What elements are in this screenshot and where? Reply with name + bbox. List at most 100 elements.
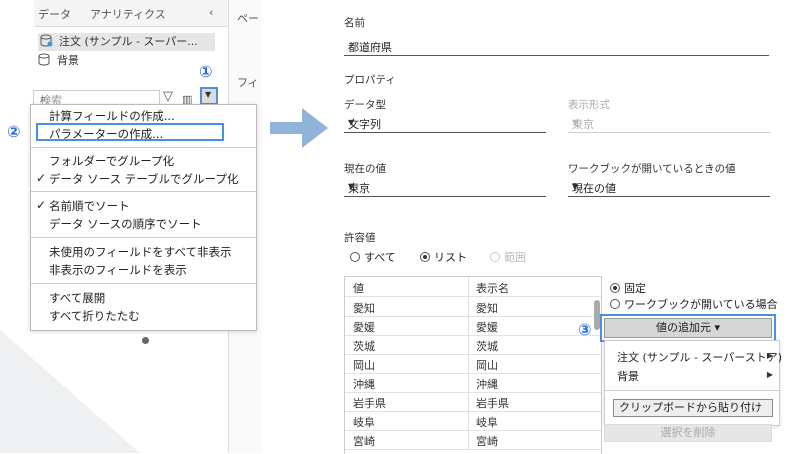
parameter-dialog: 名前 都道府県 プロパティ データ型 文字列 ▼ 表示形式 東京 ▼ 現在の値 … [332,0,800,454]
cell-display: 愛知 [476,302,498,315]
radio-all[interactable]: すべて [350,249,396,265]
chevron-down-icon: ▼ [572,118,579,127]
menu-divider [31,191,256,192]
add-values-submenu: 注文 (サンプル - スーパーストア) ▶ 背景 ▶ クリップボードから貼り付け [604,340,782,426]
table-row[interactable]: 宮崎 宮崎 [345,430,601,450]
column-header-value: 値 [353,282,364,295]
paste-from-clipboard-button[interactable]: クリップボードから貼り付け [613,399,773,417]
table-row[interactable]: 沖縄 沖縄 [345,373,601,393]
name-value: 都道府県 [348,41,392,54]
radio-circle [610,283,620,293]
menu-divider [31,147,256,148]
chevron-down-icon: ▼ [348,118,355,127]
pane-menu-dropdown-button[interactable]: ▼ [200,87,218,105]
menu-item-sort-by-name[interactable]: 名前順でソート [49,198,130,214]
values-table: 値 表示名 愛知 愛知 愛媛 愛媛 茨城 茨城 岡山 岡山 沖縄 沖縄 岩手県 岩手県 岐阜… [344,276,602,454]
menu-divider [31,237,256,238]
database-icon [38,53,51,66]
column-divider [468,373,469,392]
radio-when-open-label: ワークブックが開いている場合 [624,298,778,311]
name-field[interactable]: 都道府県 [344,37,769,56]
workbook-open-label: ワークブックが開いているときの値 [568,163,736,175]
table-row[interactable]: 岩手県 岩手県 [345,392,601,412]
submenu-item-background[interactable]: 背景 [617,368,639,384]
column-divider [468,297,469,316]
radio-list-label: リスト [434,251,467,264]
radio-circle [350,252,360,262]
radio-circle [610,299,620,309]
datatype-label: データ型 [344,99,386,111]
cell-display: 宮崎 [476,435,498,448]
radio-circle [490,252,500,262]
filters-shelf-label: フィ [237,76,259,89]
table-header: 値 表示名 [345,277,601,297]
radio-fixed[interactable]: 固定 [610,280,646,296]
column-divider [468,392,469,411]
pane-context-menu: 計算フィールドの作成... パラメーターの作成... フォルダーでグループ化 ✓… [30,104,257,331]
column-divider [468,277,469,296]
remove-selected-button: 選択を削除 [604,424,772,442]
current-value-select[interactable]: 東京 ▼ [344,178,546,197]
callout-3: ③ [578,320,592,339]
chevron-down-icon: ▼ [572,182,579,191]
menu-item-expand-all[interactable]: すべて展開 [49,290,105,306]
table-row[interactable]: 愛媛 愛媛 [345,316,601,336]
database-icon [40,34,53,47]
table-row[interactable]: 岐阜 岐阜 [345,411,601,431]
format-label: 表示形式 [568,99,610,111]
menu-item-create-parameter[interactable]: パラメーターの作成... [49,126,163,142]
menu-item-hide-unused-fields[interactable]: 未使用のフィールドをすべて非表示 [49,244,232,260]
menu-item-show-hidden-fields[interactable]: 非表示のフィールドを表示 [49,262,187,278]
cell-display: 愛媛 [476,321,498,334]
background-shape [0,330,140,453]
menu-item-group-by-table[interactable]: データ ソース テーブルでグループ化 [49,171,238,187]
menu-divider [31,283,256,284]
cell-value: 宮崎 [353,435,375,448]
filter-icon[interactable]: ▽ [163,89,173,104]
table-row[interactable]: 茨城 茨城 [345,335,601,355]
table-row[interactable]: 愛知 愛知 [345,297,601,317]
cell-display: 岩手県 [476,397,509,410]
menu-item-sort-by-source-order[interactable]: データ ソースの順序でソート [49,216,202,232]
menu-item-create-calculated-field[interactable]: 計算フィールドの作成... [49,108,175,124]
cell-value: 岩手県 [353,397,386,410]
menu-divider [605,390,779,391]
workbook-open-select[interactable]: 現在の値 ▼ [568,178,770,197]
cell-value: 愛知 [353,302,375,315]
cell-value: 沖縄 [353,378,375,391]
data-source-label: 注文 (サンプル - スーパー... [59,35,198,48]
tab-data[interactable]: データ [38,6,71,22]
radio-range-label: 範囲 [504,251,526,264]
name-label: 名前 [344,17,365,29]
chevron-right-icon: ▶ [766,370,773,379]
data-source-background[interactable]: 背景 [38,52,79,70]
data-source-orders[interactable]: 注文 (サンプル - スーパー... [38,33,215,51]
table-row[interactable]: 岡山 岡山 [345,354,601,374]
menu-item-collapse-all[interactable]: すべて折りたたむ [49,308,140,324]
submenu-item-orders[interactable]: 注文 (サンプル - スーパーストア) [617,349,782,365]
tab-analytics[interactable]: アナリティクス [90,6,166,22]
current-value-label: 現在の値 [344,163,386,175]
collapse-icon[interactable]: ‹ [209,6,213,19]
bullet-dot [142,337,149,344]
radio-list[interactable]: リスト [420,249,467,265]
chevron-down-icon: ▼ [348,182,355,191]
cell-value: 茨城 [353,340,375,353]
chevron-down-icon: ▼ [205,90,212,99]
column-divider [468,316,469,335]
datatype-select[interactable]: 文字列 ▼ [344,114,546,133]
cell-value: 愛媛 [353,321,375,334]
cell-display: 茨城 [476,340,498,353]
pages-shelf-label: ペー [237,12,259,25]
check-icon: ✓ [36,198,47,212]
column-divider [468,354,469,373]
radio-when-open[interactable]: ワークブックが開いている場合 [610,296,778,312]
callout-1: ① [199,62,213,81]
allowed-values-label: 許容値 [344,232,376,244]
cell-value: 岐阜 [353,416,375,429]
column-divider [468,411,469,430]
menu-item-group-by-folder[interactable]: フォルダーでグループ化 [49,153,174,169]
cell-value: 岡山 [353,359,375,372]
callout-2: ② [7,122,21,141]
add-values-from-button[interactable]: 値の追加元 ▾ [604,318,772,338]
